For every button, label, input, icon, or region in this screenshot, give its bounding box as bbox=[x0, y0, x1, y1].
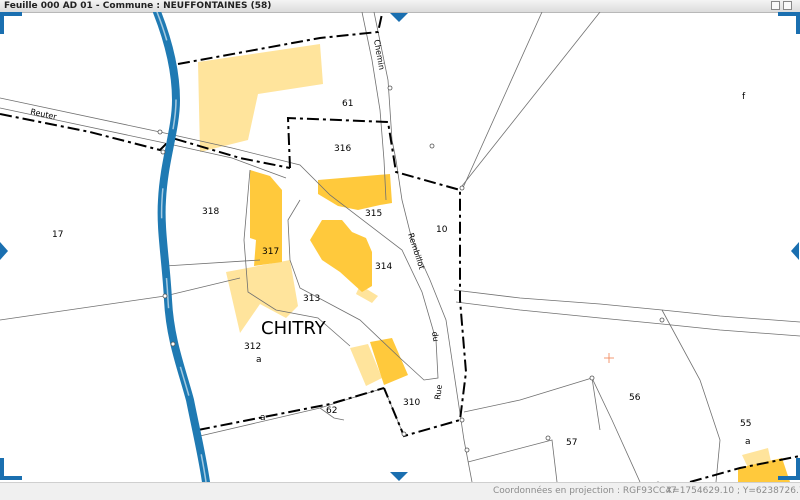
parcel-label: 55 bbox=[740, 419, 751, 429]
pan-right-arrow-icon[interactable] bbox=[791, 242, 799, 260]
corner-bracket-icon bbox=[778, 12, 800, 34]
parcel-lines bbox=[0, 12, 800, 482]
cadastral-map[interactable]: 61 316 315 318 17 317 314 10 313 312 a 6… bbox=[0, 12, 800, 482]
place-name-label: CHITRY bbox=[261, 318, 327, 339]
street-label: Chemin bbox=[372, 39, 386, 71]
parcel-label: 62 bbox=[326, 406, 337, 416]
restore-window-button[interactable] bbox=[771, 1, 780, 10]
parcel-label: 56 bbox=[629, 393, 641, 403]
parcel-label: a bbox=[260, 413, 266, 423]
parcel-label: 61 bbox=[342, 99, 353, 109]
coordinates-readout: X=1754629.10 ; Y=6238726.70 bbox=[666, 486, 800, 496]
parcel-label: a bbox=[256, 355, 262, 365]
building bbox=[310, 220, 372, 292]
window-title: Feuille 000 AD 01 - Commune : NEUFFONTAI… bbox=[4, 1, 272, 11]
parcel-label: 318 bbox=[202, 207, 219, 217]
parcel-label: 317 bbox=[262, 247, 279, 257]
parcel-label: 313 bbox=[303, 294, 320, 304]
corner-bracket-icon bbox=[0, 458, 22, 480]
parcel-label: f bbox=[742, 92, 746, 102]
corner-bracket-icon bbox=[0, 12, 22, 34]
parcel-label: 10 bbox=[436, 225, 448, 235]
street-label: Rue bbox=[433, 384, 444, 400]
parcel-label: 315 bbox=[365, 209, 382, 219]
parcel-label: a bbox=[745, 437, 751, 447]
building bbox=[198, 44, 323, 152]
status-bar: Coordonnées en projection : RGF93CC47 X=… bbox=[0, 482, 800, 500]
buildings-hard bbox=[250, 170, 790, 482]
parcel-label: 312 bbox=[244, 342, 261, 352]
close-window-button[interactable] bbox=[783, 1, 792, 10]
projection-text: Coordonnées en projection : RGF93CC47 bbox=[493, 486, 677, 496]
parcel-label: 310 bbox=[403, 398, 420, 408]
cursor-crosshair bbox=[604, 353, 614, 363]
corner-bracket-icon bbox=[778, 458, 800, 480]
street-label: du bbox=[430, 331, 440, 342]
parcel-label: 57 bbox=[566, 438, 577, 448]
pan-left-arrow-icon[interactable] bbox=[0, 242, 8, 260]
pan-down-arrow-icon[interactable] bbox=[390, 472, 408, 481]
pan-up-arrow-icon[interactable] bbox=[390, 13, 408, 22]
parcel-labels: 61 316 315 318 17 317 314 10 313 312 a 6… bbox=[52, 92, 751, 448]
building bbox=[318, 174, 392, 210]
parcel-label: 17 bbox=[52, 230, 63, 240]
parcel-label: 316 bbox=[334, 144, 351, 154]
parcel-label: 314 bbox=[375, 262, 392, 272]
